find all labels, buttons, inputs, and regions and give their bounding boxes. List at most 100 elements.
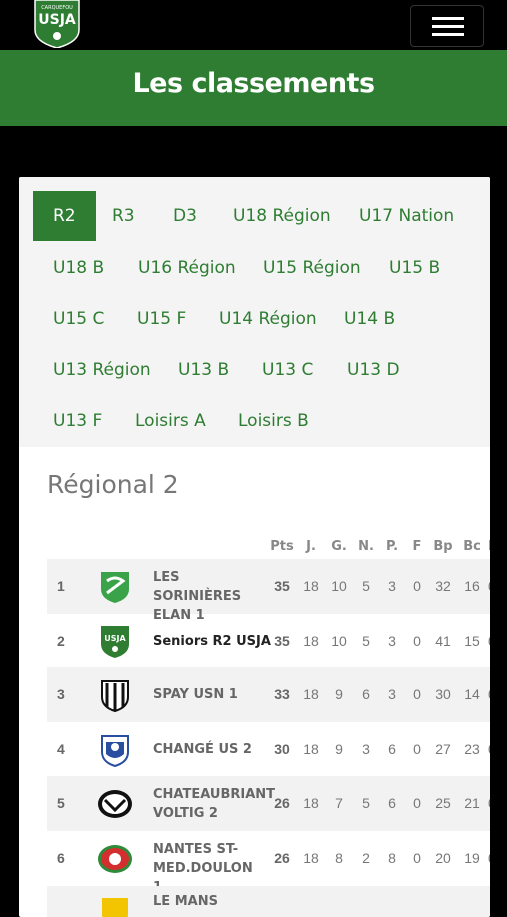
tab-u16-region[interactable]: U16 Région [118,243,256,293]
team-badge-icon [98,790,132,818]
stat-lost: 3 [388,578,396,594]
standings-card: R2 R3 D3 U18 Région U17 Nation U18 B U16… [19,177,490,917]
header-penalty: Pé [488,539,490,554]
stat-penalty: 0 [488,850,490,866]
menu-toggle-button[interactable] [410,5,484,47]
stat-goals-against: 16 [464,578,480,594]
tab-u14-b[interactable]: U14 B [324,294,415,344]
tab-u15-region[interactable]: U15 Région [243,243,381,293]
header-lost: P. [385,539,399,554]
logo-subtext: CARQUEFOU [41,5,73,11]
stat-played: 18 [303,633,319,649]
stat-pts: 33 [274,686,290,702]
stat-lost: 3 [388,633,396,649]
stat-goals-for: 27 [435,741,451,757]
table-row[interactable]: 3 SPAY USN 1 33 18 9 6 3 0 30 14 0 [47,667,490,722]
rank: 5 [57,795,65,811]
rank: 3 [57,686,65,702]
stat-goals-against: 23 [464,741,480,757]
header-goals-against: Bc [463,539,481,554]
stat-goals-against: 15 [464,633,480,649]
stat-played: 18 [303,795,319,811]
header-won: G. [331,539,347,554]
tab-u15-b[interactable]: U15 B [369,243,460,293]
tab-u15-f[interactable]: U15 F [117,294,206,344]
stat-lost: 8 [388,850,396,866]
stat-penalty: 0 [488,633,490,649]
team-badge-icon [101,680,129,713]
header-forfeit: F [412,539,422,554]
team-name[interactable]: SPAY USN 1 [153,685,263,704]
tab-loisirs-b[interactable]: Loisirs B [218,396,329,446]
tab-loisirs-a[interactable]: Loisirs A [115,396,226,446]
usja-logo[interactable]: CARQUEFOU USJA [30,0,84,48]
stat-penalty: 0 [488,741,490,757]
hamburger-icon [432,17,464,20]
tab-u13-region[interactable]: U13 Région [33,345,171,395]
stat-drawn: 5 [362,633,370,649]
tab-u13-c[interactable]: U13 C [242,345,333,395]
stat-forfeit: 0 [413,578,421,594]
stat-lost: 6 [388,795,396,811]
stat-goals-for: 32 [435,578,451,594]
stat-won: 9 [335,686,343,702]
tab-u13-d[interactable]: U13 D [327,345,420,395]
svg-text:USJA: USJA [104,634,126,643]
stat-goals-against: 19 [464,850,480,866]
team-name[interactable]: CHANGÉ US 2 [153,740,263,759]
category-tabs: R2 R3 D3 U18 Région U17 Nation U18 B U16… [19,177,490,447]
stat-lost: 3 [388,686,396,702]
stat-goals-against: 21 [464,795,480,811]
tab-u14-region[interactable]: U14 Région [199,294,337,344]
tab-d3[interactable]: D3 [153,191,217,241]
tab-r3[interactable]: R3 [92,191,155,241]
stat-pts: 35 [274,578,290,594]
rank: 4 [57,741,65,757]
stat-played: 18 [303,850,319,866]
stat-goals-for: 20 [435,850,451,866]
tab-u15-c[interactable]: U15 C [33,294,124,344]
table-row[interactable]: 4 CHANGÉ US 2 30 18 9 3 6 0 27 23 0 [47,722,490,777]
rank: 1 [57,578,65,594]
team-badge-icon [101,735,129,768]
stat-goals-for: 41 [435,633,451,649]
stat-pts: 30 [274,741,290,757]
table-row[interactable]: 1 LES SORINIÈRES ELAN 1 35 18 10 5 3 0 3… [47,559,490,623]
tab-u13-f[interactable]: U13 F [33,396,122,446]
team-name[interactable]: CHATEAUBRIANT VOLTIG 2 [153,785,275,823]
section-title: Régional 2 [47,470,179,499]
stat-drawn: 5 [362,795,370,811]
hamburger-icon-line [432,33,464,36]
table-header: Pts J. G. N. P. F Bp Bc Pé [19,539,490,557]
header-goals-for: Bp [433,539,453,554]
stat-forfeit: 0 [413,633,421,649]
stat-won: 8 [335,850,343,866]
stat-goals-for: 30 [435,686,451,702]
header-drawn: N. [358,539,374,554]
tab-u17-nation[interactable]: U17 Nation [339,191,474,241]
page-title: Les classements [132,68,375,99]
stat-drawn: 3 [362,741,370,757]
stat-penalty: 0 [488,578,490,594]
page-banner: Les classements [0,50,507,126]
stat-played: 18 [303,578,319,594]
tab-r2[interactable]: R2 [33,191,96,241]
table-row[interactable]: LE MANS [47,886,490,917]
team-badge-icon [98,845,132,873]
stat-won: 10 [331,578,347,594]
tab-u18-b[interactable]: U18 B [33,243,124,293]
table-row[interactable]: 6 NANTES ST-MED.DOULON 1 26 18 8 2 8 0 2… [47,831,490,895]
stat-penalty: 0 [488,795,490,811]
stat-forfeit: 0 [413,795,421,811]
table-row[interactable]: 2 USJA Seniors R2 USJA 35 18 10 5 3 0 41… [47,614,490,669]
tab-u18-region[interactable]: U18 Région [213,191,351,241]
team-name[interactable]: Seniors R2 USJA [153,632,273,651]
stat-drawn: 6 [362,686,370,702]
tab-u13-b[interactable]: U13 B [158,345,249,395]
stat-won: 10 [331,633,347,649]
hamburger-icon-line [432,25,464,28]
table-row[interactable]: 5 CHATEAUBRIANT VOLTIG 2 26 18 7 5 6 0 2… [47,776,490,831]
stat-won: 7 [335,795,343,811]
rank: 2 [57,633,65,649]
team-name[interactable]: LE MANS [153,892,263,911]
